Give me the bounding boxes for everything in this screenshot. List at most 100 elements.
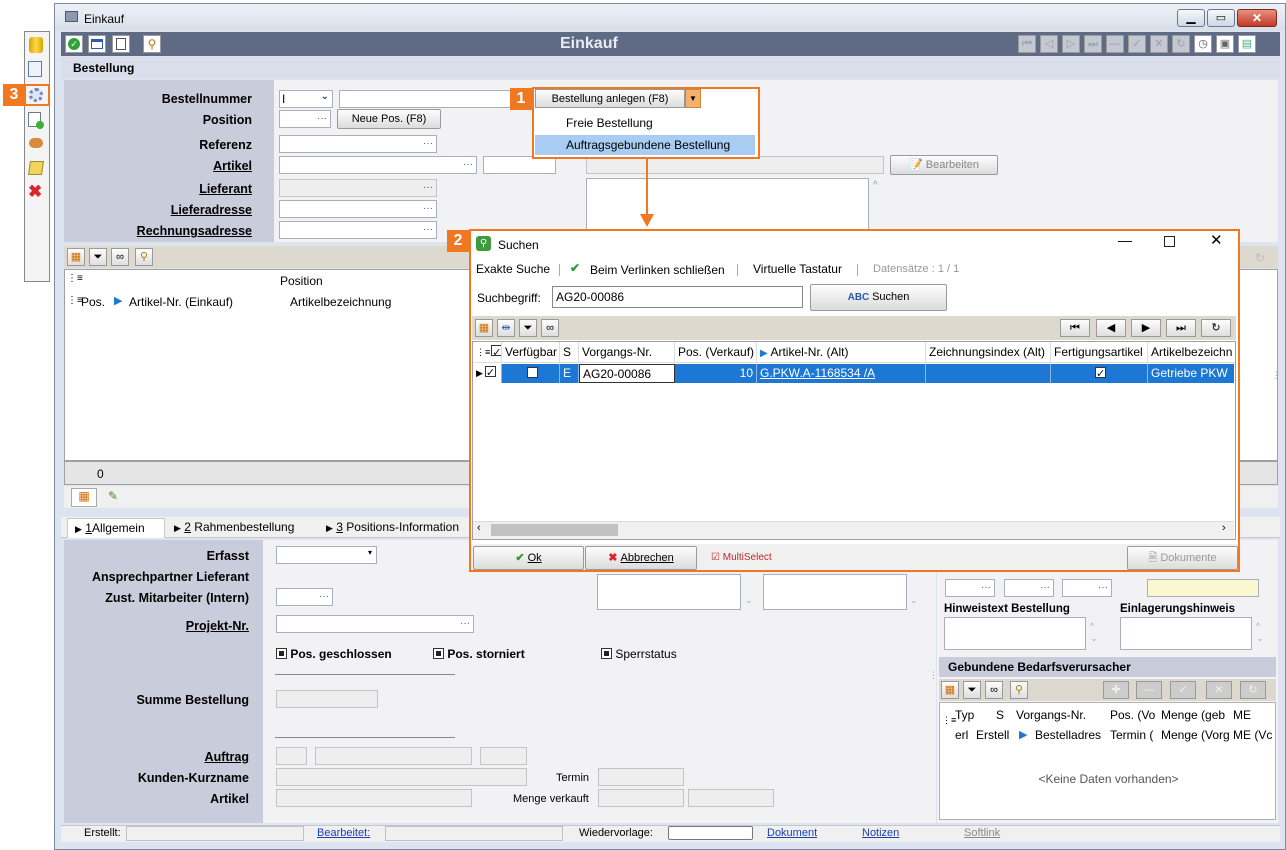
position-input[interactable]: ··· <box>279 110 331 128</box>
memo-field-1[interactable] <box>597 574 741 610</box>
col-typ[interactable]: Typ <box>955 708 974 722</box>
col-menge-geb[interactable]: Menge (geb <box>1161 708 1225 722</box>
multiselect-checkbox[interactable]: ☑ MultiSelect <box>711 552 772 563</box>
virtuelle-tastatur-option[interactable]: Virtuelle Tastatur <box>753 262 842 276</box>
refresh-icon[interactable]: ↻ <box>1172 35 1190 53</box>
next-record-icon[interactable]: ▷ <box>1062 35 1080 53</box>
scroll-thumb[interactable] <box>491 524 618 536</box>
einlagerungshinweis-textarea[interactable] <box>1120 617 1252 650</box>
zoom-icon[interactable]: ⚲ <box>135 248 153 266</box>
col-erstell[interactable]: Erstell <box>976 728 1009 742</box>
referenz-lookup-icon[interactable]: ··· <box>423 137 433 151</box>
sperrstatus-checkbox[interactable]: Sperrstatus <box>601 647 677 661</box>
dialog-close-button[interactable]: ✕ <box>1210 231 1223 249</box>
einlagerung-scroll-icon[interactable]: ^ ⌄ <box>1256 620 1264 644</box>
filter-icon[interactable]: ⏷ <box>963 681 981 699</box>
col-verfuegbar[interactable]: Verfügbar <box>502 342 560 362</box>
last-record-icon[interactable]: ⏭ <box>1084 35 1102 53</box>
last-page-icon[interactable]: ⏭ <box>1166 319 1196 337</box>
ok-button[interactable]: ✔ Ok <box>473 546 584 570</box>
select-all-checkbox[interactable] <box>491 343 501 362</box>
wiedervorlage-field[interactable] <box>668 826 753 840</box>
status-notizen-link[interactable]: Notizen <box>862 827 899 839</box>
col-pos-verkauf[interactable]: Pos. (Verkauf) <box>675 342 757 362</box>
cancel-icon[interactable]: ✕ <box>1206 681 1232 699</box>
col-fertigungsartikel[interactable]: Fertigungsartikel <box>1051 342 1148 362</box>
artikel-lookup-icon[interactable]: ··· <box>463 158 473 172</box>
remove-icon[interactable]: — <box>1136 681 1162 699</box>
status-bearbeitet[interactable]: Bearbeitet: <box>317 827 370 839</box>
minus-icon[interactable]: — <box>1106 35 1124 53</box>
right-field-yellow[interactable] <box>1147 579 1259 597</box>
bearbeiten-button[interactable]: 📝 Bearbeiten <box>890 155 998 175</box>
header-select-all[interactable]: ⋮≡ <box>473 342 502 362</box>
auftrag-label[interactable]: Auftrag <box>205 750 249 764</box>
status-dokument-link[interactable]: Dokument <box>767 827 817 839</box>
maximize-button[interactable]: ▭ <box>1207 9 1235 27</box>
save-check-icon[interactable]: ✓ <box>65 35 83 53</box>
window-icon[interactable] <box>88 35 106 53</box>
lieferadresse-input[interactable]: ··· <box>279 200 437 218</box>
cancel-icon[interactable]: ✕ <box>1150 35 1168 53</box>
lieferadresse-lookup-icon[interactable]: ··· <box>423 202 433 216</box>
filter-icon[interactable]: ⏷ <box>519 319 537 337</box>
checkbox-box[interactable] <box>276 648 287 659</box>
dropdown-arrow-button[interactable]: ▼ <box>685 89 701 108</box>
zust-mitarbeiter-input[interactable]: ··· <box>276 588 333 606</box>
col-menge-vorg[interactable]: Menge (Vorg <box>1161 728 1230 742</box>
hinweistext-scroll-icon[interactable]: ^ ⌄ <box>1090 620 1098 644</box>
artikel-input[interactable]: ··· <box>279 156 477 174</box>
fertigungsartikel-checkbox[interactable] <box>1095 365 1106 383</box>
refresh-icon[interactable]: ↻ <box>1240 681 1266 699</box>
bestellung-anlegen-button[interactable]: Bestellung anlegen (F8) <box>535 89 685 108</box>
export-icon[interactable]: ▤ <box>1238 35 1256 53</box>
artikel-label[interactable]: Artikel <box>213 159 252 173</box>
lieferadresse-label[interactable]: Lieferadresse <box>171 203 252 217</box>
projekt-lookup-icon[interactable]: ··· <box>460 617 470 631</box>
mitarbeiter-lookup-icon[interactable]: ··· <box>319 590 329 604</box>
table-view-icon[interactable]: ▦ <box>71 488 97 507</box>
memo-field-2[interactable] <box>763 574 907 610</box>
memo-scroll-icon[interactable]: ⌄ <box>745 595 753 606</box>
delete-x-icon[interactable]: ✖ <box>28 183 42 201</box>
col-zeichnungsindex[interactable]: Zeichnungsindex (Alt) <box>926 342 1051 362</box>
splitter-grip-icon[interactable]: ⋮ <box>1272 370 1281 381</box>
erfasst-select[interactable]: ▾ <box>276 546 377 564</box>
database-icon[interactable] <box>29 37 43 53</box>
col-bestelladres[interactable]: Bestelladres <box>1035 728 1101 742</box>
dialog-minimize-button[interactable]: — <box>1118 232 1132 248</box>
first-record-icon[interactable]: ⏮ <box>1018 35 1036 53</box>
suchen-button[interactable]: ABC Suchen <box>810 284 947 311</box>
col-erl[interactable]: erl <box>955 728 968 742</box>
minimize-button[interactable]: ▁ <box>1177 9 1205 27</box>
col-artikel-nr-alt[interactable]: ▶ Artikel-Nr. (Alt) <box>757 342 926 362</box>
handshake-icon[interactable] <box>29 138 43 148</box>
copy-icon[interactable] <box>112 35 130 53</box>
right-field-2[interactable]: ··· <box>1004 579 1054 597</box>
abbrechen-button[interactable]: ✖ Abbrechen <box>585 546 697 570</box>
lookup-icon[interactable]: ··· <box>981 581 991 595</box>
zoom-icon[interactable]: ⚲ <box>1010 681 1028 699</box>
close-window-button[interactable]: ✕ <box>1237 9 1277 27</box>
cell-fertigungsartikel[interactable] <box>1051 364 1148 383</box>
form-view-icon[interactable]: ✎ <box>108 489 118 503</box>
lieferant-input[interactable]: ··· <box>279 179 437 197</box>
artikel-nr-header[interactable]: Artikel-Nr. (Einkauf) <box>129 295 233 309</box>
tab-rahmenbestellung[interactable]: ▶ 2 Rahmenbestellung <box>167 518 315 538</box>
projekt-input[interactable]: ··· <box>276 615 474 633</box>
binoculars-icon[interactable]: ∞ <box>985 681 1003 699</box>
col-termin[interactable]: Termin ( <box>1110 728 1153 742</box>
confirm-icon[interactable]: ✓ <box>1170 681 1196 699</box>
scroll-left-icon[interactable]: ‹ <box>477 522 481 534</box>
lieferant-label[interactable]: Lieferant <box>199 182 252 196</box>
binoculars-icon[interactable]: ∞ <box>541 319 559 337</box>
col-artikelbezeichnung[interactable]: Artikelbezeichn <box>1148 342 1234 362</box>
splitter-grip-icon[interactable]: ⋮ <box>929 670 938 681</box>
next-page-icon[interactable]: ▶ <box>1131 319 1161 337</box>
document-compare-icon[interactable] <box>28 61 42 77</box>
tab-positions-information[interactable]: ▶ 3 Positions-Information <box>319 518 469 538</box>
col-me-vc[interactable]: ME (Vc <box>1233 728 1272 742</box>
pos-storniert-checkbox[interactable]: Pos. storniert <box>433 647 525 661</box>
lookup-icon[interactable]: ··· <box>1040 581 1050 595</box>
grid-refresh-icon[interactable]: ↻ <box>1255 251 1265 265</box>
